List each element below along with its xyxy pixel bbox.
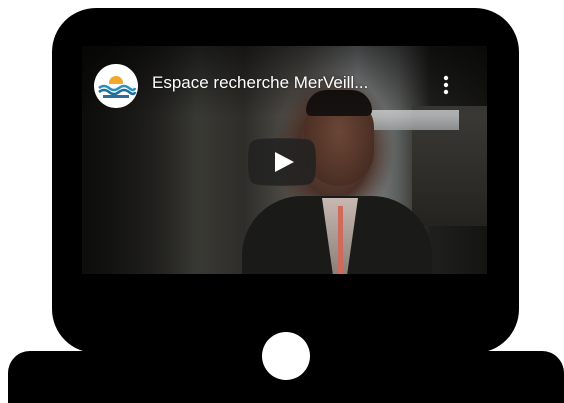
play-icon — [248, 138, 316, 186]
channel-avatar[interactable] — [94, 64, 138, 108]
play-button[interactable] — [248, 138, 316, 186]
video-player[interactable]: Espace recherche MerVeill... — [82, 46, 487, 274]
more-options-button[interactable] — [436, 74, 456, 96]
laptop-illustration: Espace recherche MerVeill... — [0, 0, 564, 403]
video-title[interactable]: Espace recherche MerVeill... — [152, 72, 432, 94]
more-vert-icon — [443, 75, 449, 95]
wave-sun-logo-icon — [94, 64, 138, 108]
laptop-circle-button — [262, 332, 310, 380]
